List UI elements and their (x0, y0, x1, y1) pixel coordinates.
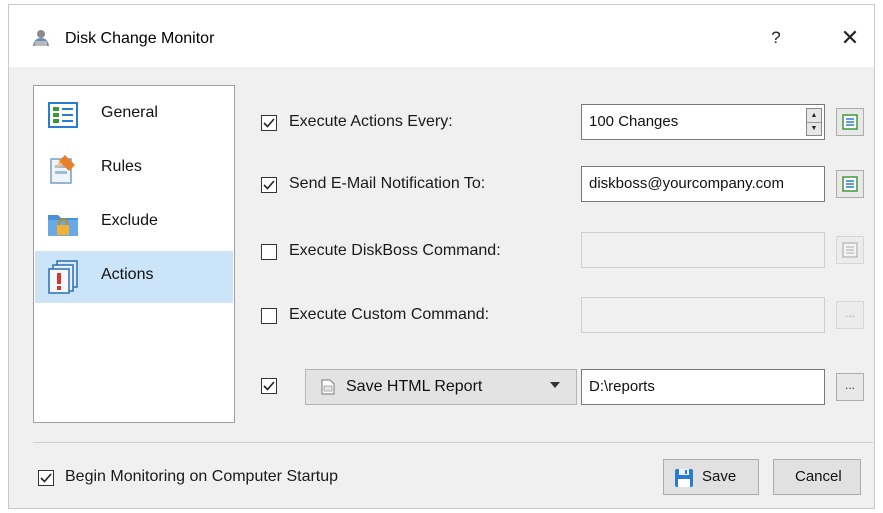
diskboss-command-checkbox[interactable] (261, 244, 277, 260)
custom-command-label: Execute Custom Command: (289, 306, 490, 323)
sidebar-item-label: Rules (101, 158, 142, 175)
send-email-checkbox[interactable] (261, 177, 277, 193)
list-icon (842, 242, 858, 258)
title-bar: Disk Change Monitor ? ✕ (9, 5, 874, 67)
help-button[interactable]: ? (761, 23, 791, 53)
separator (33, 442, 873, 443)
save-report-checkbox[interactable] (261, 378, 277, 394)
list-icon (842, 176, 858, 192)
sidebar-item-general[interactable]: General (35, 89, 233, 141)
list-icon (842, 114, 858, 130)
custom-command-checkbox[interactable] (261, 308, 277, 324)
rules-icon (45, 151, 81, 187)
diskboss-command-options-button (836, 236, 864, 264)
actions-icon (45, 259, 81, 295)
diskboss-command-label: Execute DiskBoss Command: (289, 242, 501, 259)
report-type-label: Save HTML Report (346, 378, 483, 395)
execute-every-checkbox[interactable] (261, 115, 277, 131)
spinner-down-icon[interactable]: ▼ (807, 122, 821, 135)
spinner-up-icon[interactable]: ▲ (807, 109, 821, 123)
dialog-window: Disk Change Monitor ? ✕ General Rules Ex… (8, 4, 875, 509)
app-icon (31, 28, 51, 48)
save-button-label: Save (702, 468, 737, 485)
close-button[interactable]: ✕ (835, 23, 865, 53)
cancel-button[interactable]: Cancel (773, 459, 861, 495)
browse-label: ... (844, 306, 855, 320)
floppy-disk-icon (675, 469, 693, 487)
save-button[interactable]: Save (663, 459, 759, 495)
custom-command-browse-button: ... (836, 301, 864, 329)
sidebar-item-exclude[interactable]: Exclude (35, 197, 233, 249)
custom-command-input (581, 297, 825, 333)
startup-checkbox[interactable] (38, 470, 54, 486)
email-field[interactable]: diskboss@yourcompany.com (581, 166, 825, 202)
exclude-icon (45, 205, 81, 241)
general-icon (45, 97, 81, 133)
browse-label: ... (844, 378, 855, 392)
report-path-browse-button[interactable]: ... (836, 373, 864, 401)
sidebar-item-rules[interactable]: Rules (35, 143, 233, 195)
sidebar-item-label: Actions (101, 266, 154, 283)
execute-every-options-button[interactable] (836, 108, 864, 136)
html-file-icon (320, 379, 336, 395)
window-title: Disk Change Monitor (65, 30, 215, 47)
diskboss-command-input (581, 232, 825, 268)
sidebar-item-label: Exclude (101, 212, 158, 229)
sidebar: General Rules Exclude Actions (33, 85, 235, 423)
report-type-dropdown[interactable]: Save HTML Report (305, 369, 577, 405)
execute-every-input[interactable]: 100 Changes (581, 104, 825, 140)
startup-label: Begin Monitoring on Computer Startup (65, 468, 339, 485)
sidebar-item-actions[interactable]: Actions (35, 251, 233, 303)
sidebar-item-label: General (101, 104, 158, 121)
chevron-down-icon (550, 382, 560, 388)
execute-every-label: Execute Actions Every: (289, 113, 453, 130)
execute-every-spinner[interactable]: ▲ ▼ (806, 108, 822, 136)
send-email-label: Send E-Mail Notification To: (289, 175, 486, 192)
report-path-input[interactable]: D:\reports (581, 369, 825, 405)
send-email-options-button[interactable] (836, 170, 864, 198)
cancel-button-label: Cancel (795, 468, 842, 485)
